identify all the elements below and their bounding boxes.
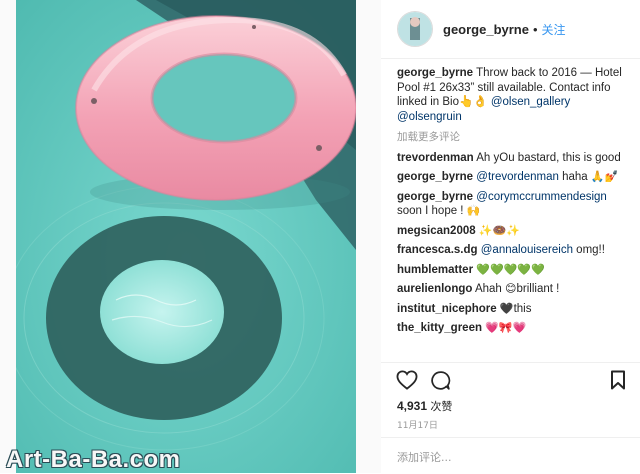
comment-mention[interactable]: @annalouisereich <box>481 244 573 256</box>
like-count-unit: 次赞 <box>430 400 453 413</box>
comment-item: george_byrne @corymccrummendesign soon I… <box>397 190 632 219</box>
comment-divider <box>381 437 640 438</box>
comment-item: institut_nicephore 🖤this <box>397 302 632 317</box>
comment-emoji: 🙌 <box>466 204 481 217</box>
header-divider <box>381 58 640 59</box>
comment-username[interactable]: aurelienlongo <box>397 283 472 295</box>
avatar-image <box>398 12 432 46</box>
comment-item: megsican2008 ✨🍩✨ <box>397 224 632 239</box>
comment-emoji: 😊 <box>505 282 517 295</box>
comment-username[interactable]: george_byrne <box>397 191 473 203</box>
header-dot: • <box>532 21 538 37</box>
comment-text: soon I hope ! <box>397 205 467 217</box>
comment-mention[interactable]: @corymccrummendesign <box>476 191 607 203</box>
comment-icon[interactable] <box>430 370 451 396</box>
comment-text: Ahah <box>472 283 506 295</box>
caption-username[interactable]: george_byrne <box>397 67 473 79</box>
pool-float-photo <box>16 0 356 473</box>
comment-username[interactable]: institut_nicephore <box>397 303 497 315</box>
comment-username[interactable]: trevordenman <box>397 152 474 164</box>
comment-username[interactable]: george_byrne <box>397 171 473 183</box>
action-bar <box>396 370 628 394</box>
comment-text: this <box>513 302 532 315</box>
comment-item: aurelienlongo Ahah 😊brilliant ! <box>397 282 632 297</box>
follow-button[interactable]: 关注 <box>542 21 566 38</box>
comment-emoji: ✨🍩✨ <box>478 223 520 237</box>
comment-text: omg!! <box>572 244 605 256</box>
comment-username[interactable]: francesca.s.dg <box>397 244 478 256</box>
comment-text: haha <box>558 171 591 183</box>
post-info-pane: george_byrne • 关注 george_byrne Throw bac… <box>381 0 640 473</box>
bookmark-icon[interactable] <box>610 370 626 395</box>
actions-divider <box>381 362 640 363</box>
comments-list: george_byrne Throw back to 2016 — Hotel … <box>397 66 632 341</box>
comment-emoji: 💚💚💚💚💚 <box>476 262 545 276</box>
post-header: george_byrne • 关注 <box>381 0 640 58</box>
comment-emoji: 🖤 <box>499 301 514 315</box>
comment-mention[interactable]: @trevordenman <box>476 171 559 183</box>
load-more-comments-link[interactable]: 加载更多评论 <box>397 130 632 145</box>
avatar[interactable] <box>397 11 433 47</box>
comment-text: Ah yOu bastard, this is good <box>476 151 621 164</box>
comment-emoji: 🙏💅 <box>590 170 619 183</box>
watermark: Art-Ba-Ba.com <box>6 446 181 473</box>
post-date: 11月17日 <box>397 421 438 431</box>
caption: george_byrne Throw back to 2016 — Hotel … <box>397 66 632 124</box>
comment-item: humblematter 💚💚💚💚💚 <box>397 263 632 278</box>
comment-username[interactable]: the_kitty_green <box>397 322 482 334</box>
add-comment-input[interactable]: 添加评论... <box>397 449 452 465</box>
comment-emoji: 💗🎀💗 <box>485 321 527 334</box>
comment-item: trevordenman Ah yOu bastard, this is goo… <box>397 151 632 166</box>
comment-username[interactable]: humblematter <box>397 264 473 276</box>
comment-username[interactable]: megsican2008 <box>397 225 476 237</box>
comment-item: francesca.s.dg @annalouisereich omg!! <box>397 243 632 258</box>
comment-item: the_kitty_green 💗🎀💗 <box>397 321 632 336</box>
post-photo[interactable] <box>0 0 381 473</box>
like-count[interactable]: 4,931 次赞 <box>397 398 452 414</box>
like-count-number: 4,931 <box>397 399 428 413</box>
heart-icon[interactable] <box>396 370 418 395</box>
header-username[interactable]: george_byrne <box>443 22 529 37</box>
comment-text-2: brilliant ! <box>516 283 560 295</box>
comment-item: george_byrne @trevordenman haha 🙏💅 <box>397 170 632 185</box>
